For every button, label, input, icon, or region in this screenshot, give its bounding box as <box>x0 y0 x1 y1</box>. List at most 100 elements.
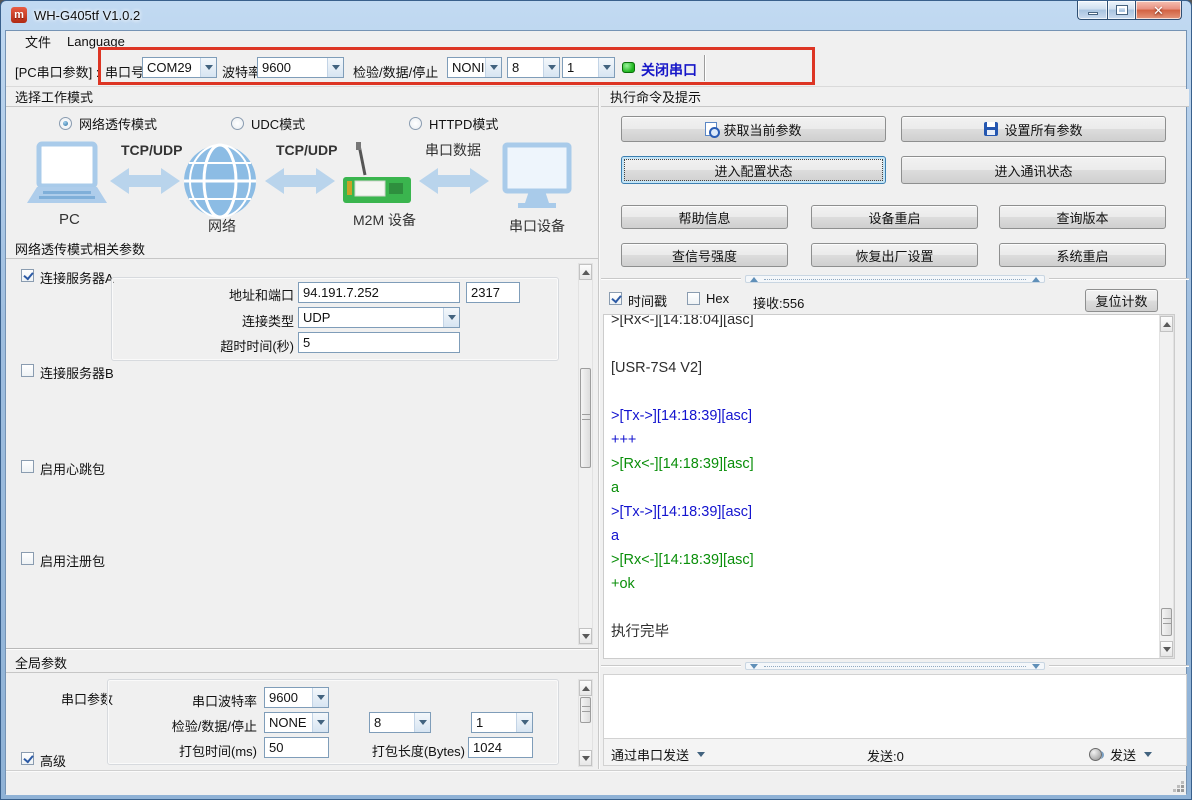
global-parity-value: NONE <box>265 713 312 732</box>
close-button[interactable]: ✕ <box>1136 1 1182 20</box>
button-label: 查询版本 <box>1056 208 1108 227</box>
scroll-down-icon[interactable] <box>579 628 592 644</box>
scroll-down-icon[interactable] <box>1160 641 1173 657</box>
log-output[interactable]: >[Rx<-][14:18:04][asc] [USR-7S4 V2] >[Tx… <box>603 314 1175 659</box>
system-restart-button[interactable]: 系统重启 <box>999 243 1166 267</box>
log-line: a <box>611 476 1174 500</box>
log-line: >[Rx<-][14:18:04][asc] <box>611 314 1174 332</box>
radio-label: HTTPD模式 <box>429 114 498 133</box>
log-scrollbar[interactable] <box>1159 315 1174 658</box>
checkbox-label: 启用注册包 <box>40 551 105 570</box>
pc-icon <box>27 144 107 203</box>
chevron-down-icon[interactable] <box>312 688 328 707</box>
arrow-icon <box>110 168 180 194</box>
global-parity-combo[interactable]: NONE <box>264 712 329 733</box>
send-via-serial-dropdown[interactable]: 通过串口发送 <box>611 745 705 764</box>
packtime-label: 打包时间(ms) <box>147 741 257 760</box>
scroll-up-icon[interactable] <box>579 264 592 280</box>
server-a-port-input[interactable]: 2317 <box>466 282 520 303</box>
chevron-down-icon[interactable] <box>516 713 532 732</box>
send-input[interactable] <box>603 674 1187 738</box>
chevron-down-icon[interactable] <box>443 308 459 327</box>
log-line: 执行完毕 <box>611 620 1174 644</box>
packtime-input[interactable]: 50 <box>264 737 329 758</box>
scroll-up-icon[interactable] <box>579 680 592 696</box>
factory-reset-button[interactable]: 恢复出厂设置 <box>811 243 978 267</box>
query-version-button[interactable]: 查询版本 <box>999 205 1166 229</box>
global-databits-combo[interactable]: 8 <box>369 712 431 733</box>
radio-httpd-mode[interactable]: HTTPD模式 <box>409 114 498 133</box>
log-line: a <box>611 524 1174 548</box>
radio-net-transparent-mode[interactable]: 网络透传模式 <box>59 114 157 133</box>
scrollbar-thumb[interactable] <box>1161 608 1172 636</box>
conn-type-combo[interactable]: UDP <box>298 307 460 328</box>
arrow-icon <box>265 168 335 194</box>
scroll-up-icon[interactable] <box>1160 316 1173 332</box>
checkbox-label: 启用心跳包 <box>40 459 105 478</box>
global-baud-value: 9600 <box>265 688 312 707</box>
button-label: 获取当前参数 <box>723 120 801 139</box>
chevron-down-icon[interactable] <box>414 713 430 732</box>
panel-divider[interactable] <box>598 88 599 769</box>
log-line: >[Tx->][14:18:39][asc] <box>611 404 1174 428</box>
chevron-down-icon[interactable] <box>312 713 328 732</box>
serial-group-label: 串口参数 <box>61 689 113 708</box>
button-label: 进入通讯状态 <box>994 161 1072 180</box>
enter-comm-button[interactable]: 进入通讯状态 <box>901 156 1166 184</box>
reset-count-button[interactable]: 复位计数 <box>1085 289 1158 312</box>
global-baud-combo[interactable]: 9600 <box>264 687 329 708</box>
log-splitter[interactable] <box>601 275 1189 283</box>
sent-count-label: 发送:0 <box>867 746 904 765</box>
global-scrollbar[interactable] <box>578 679 593 767</box>
help-button[interactable]: 帮助信息 <box>621 205 788 229</box>
maximize-button[interactable] <box>1107 1 1136 20</box>
timeout-input[interactable]: 5 <box>298 332 460 353</box>
log-line: +ok <box>611 572 1174 596</box>
serial-settings-highlight <box>98 47 815 85</box>
scroll-down-icon[interactable] <box>579 750 592 766</box>
set-params-button[interactable]: 设置所有参数 <box>901 116 1166 142</box>
global-stopbits-combo[interactable]: 1 <box>471 712 533 733</box>
menu-file[interactable]: 文件 <box>18 31 58 52</box>
timestamp-checkbox[interactable]: 时间戳 <box>609 292 667 310</box>
left-panel-scrollbar[interactable] <box>578 263 593 645</box>
checkbox-icon <box>21 552 34 565</box>
regpack-checkbox[interactable]: 启用注册包 <box>21 552 105 570</box>
splitter-handle[interactable] <box>745 662 1045 670</box>
radio-icon <box>231 117 244 130</box>
server-a-address-input[interactable]: 94.191.7.252 <box>298 282 460 303</box>
minimize-button[interactable] <box>1077 1 1107 20</box>
send-button[interactable]: 发送 <box>1089 745 1152 764</box>
collapse-up-icon <box>750 273 758 282</box>
resize-grip[interactable] <box>1172 780 1184 792</box>
send-splitter[interactable] <box>601 662 1189 670</box>
scrollbar-thumb[interactable] <box>580 697 591 723</box>
pc-label: PC <box>59 211 80 228</box>
status-bar <box>6 770 1186 795</box>
log-line <box>611 596 1174 620</box>
window-title: WH-G405tf V1.0.2 <box>34 8 140 23</box>
get-params-button[interactable]: 获取当前参数 <box>621 116 886 142</box>
radio-udc-mode[interactable]: UDC模式 <box>231 114 305 133</box>
splitter-handle[interactable] <box>745 275 1045 283</box>
window-controls: ✕ <box>1077 1 1182 20</box>
packlen-input[interactable]: 1024 <box>468 737 533 758</box>
link1-label: TCP/UDP <box>121 142 182 158</box>
scrollbar-thumb[interactable] <box>580 368 591 468</box>
link3-label: 串口数据 <box>425 142 481 158</box>
pc-serial-params-label: [PC串口参数] : <box>15 62 100 81</box>
server-b-checkbox[interactable]: 连接服务器B <box>21 364 114 382</box>
log-line <box>611 380 1174 404</box>
server-a-checkbox[interactable]: 连接服务器A <box>21 269 114 287</box>
addr-port-label: 地址和端口 <box>164 285 294 304</box>
heartbeat-checkbox[interactable]: 启用心跳包 <box>21 460 105 478</box>
enter-config-button[interactable]: 进入配置状态 <box>621 156 886 184</box>
log-line: >[Rx<-][14:18:39][asc] <box>611 548 1174 572</box>
net-params-section-title: 网络透传模式相关参数 <box>6 241 598 259</box>
checkbox-icon <box>21 752 34 765</box>
advanced-checkbox[interactable]: 高级 <box>21 752 66 770</box>
title-bar[interactable]: m WH-G405tf V1.0.2 ✕ <box>1 1 1191 30</box>
device-restart-button[interactable]: 设备重启 <box>811 205 978 229</box>
hex-checkbox[interactable]: Hex <box>687 292 729 306</box>
query-signal-button[interactable]: 查信号强度 <box>621 243 788 267</box>
